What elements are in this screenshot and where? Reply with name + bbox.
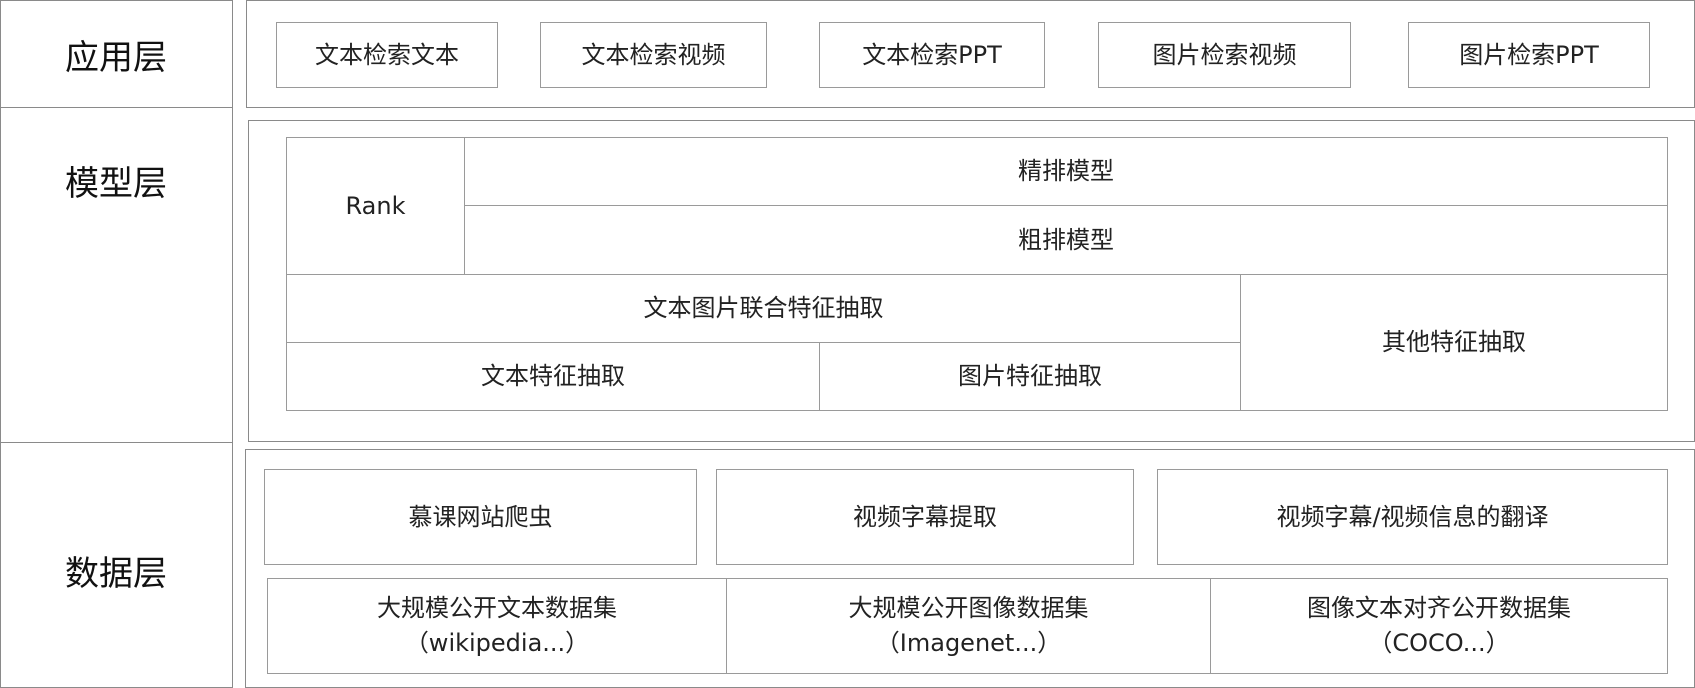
data-layer-label: 数据层 (65, 554, 167, 594)
dataset-aligned-sub: （COCO...） (1368, 629, 1510, 657)
app-item-image-to-video: 图片检索视频 (1098, 22, 1351, 88)
joint-feature-extraction: 文本图片联合特征抽取 (286, 274, 1241, 343)
video-subtitle-extraction: 视频字幕提取 (716, 469, 1134, 565)
dataset-image-title: 大规模公开图像数据集 (848, 594, 1089, 623)
dataset-aligned-title: 图像文本对齐公开数据集 (1307, 594, 1571, 623)
app-item-image-to-ppt: 图片检索PPT (1408, 22, 1650, 88)
image-feature-extraction: 图片特征抽取 (819, 342, 1241, 411)
other-feature-extraction: 其他特征抽取 (1240, 274, 1668, 411)
text-feature-extraction: 文本特征抽取 (286, 342, 820, 411)
mooc-crawler: 慕课网站爬虫 (264, 469, 697, 565)
model-layer-label: 模型层 (65, 164, 167, 204)
app-item-text-to-video: 文本检索视频 (540, 22, 767, 88)
subtitle-translation: 视频字幕/视频信息的翻译 (1157, 469, 1668, 565)
dataset-aligned: 图像文本对齐公开数据集 （COCO...） (1210, 578, 1668, 674)
dataset-image: 大规模公开图像数据集 （Imagenet...） (726, 578, 1211, 674)
dataset-image-sub: （Imagenet...） (875, 629, 1062, 657)
dataset-text-title: 大规模公开文本数据集 (377, 594, 617, 623)
coarse-rank-model: 粗排模型 (464, 205, 1668, 275)
app-item-text-to-text: 文本检索文本 (276, 22, 498, 88)
dataset-text: 大规模公开文本数据集 （wikipedia...） (267, 578, 727, 674)
fine-rank-model: 精排模型 (464, 137, 1668, 206)
app-item-text-to-ppt: 文本检索PPT (819, 22, 1045, 88)
dataset-text-sub: （wikipedia...） (404, 629, 590, 657)
application-layer-label: 应用层 (65, 38, 167, 78)
rank-cell: Rank (286, 137, 465, 275)
